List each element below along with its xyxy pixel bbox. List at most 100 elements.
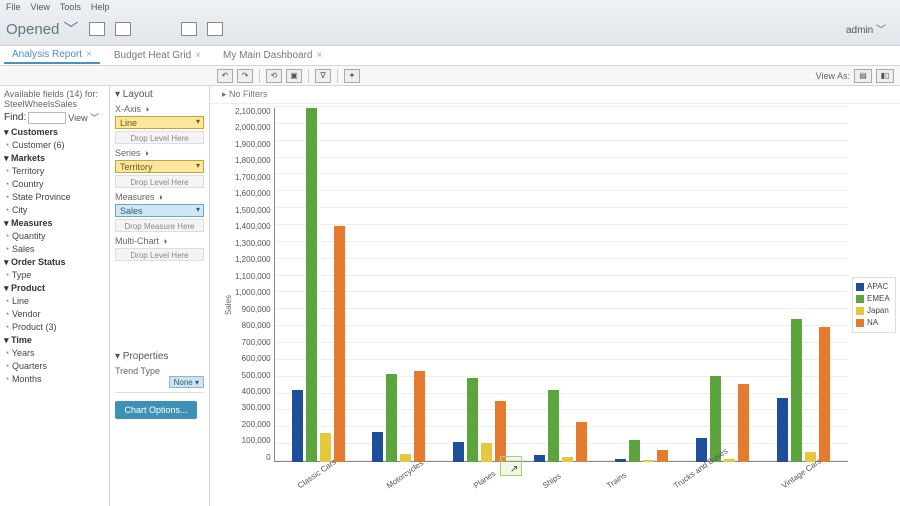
x-tick: Motorcycles <box>385 459 425 491</box>
bar[interactable] <box>629 440 640 462</box>
save-as-icon[interactable] <box>207 22 223 36</box>
sub-toolbar: ↶ ↷ ⟲ ▣ ∇ ✦ View As: ▤ ▮▯ <box>0 66 900 86</box>
bar[interactable] <box>453 442 464 462</box>
field-category[interactable]: ▾ Measures <box>4 217 105 230</box>
close-icon[interactable]: × <box>195 50 201 61</box>
bar[interactable] <box>414 371 425 462</box>
bar[interactable] <box>562 457 573 462</box>
tab-my-main-dashboard[interactable]: My Main Dashboard× <box>215 48 330 63</box>
bar-group <box>696 108 749 462</box>
close-icon[interactable]: × <box>86 49 92 60</box>
menu-help[interactable]: Help <box>91 2 110 12</box>
field-item[interactable]: Product (3) <box>4 321 105 334</box>
xaxis-drop[interactable]: Drop Level Here <box>115 131 204 144</box>
y-tick: 200,000 <box>242 421 271 429</box>
bar[interactable] <box>819 327 830 462</box>
reset-icon[interactable]: ⟲ <box>266 69 282 83</box>
field-tree: ▾ CustomersCustomer (6)▾ MarketsTerritor… <box>4 126 105 386</box>
field-item[interactable]: Country <box>4 178 105 191</box>
export-icon[interactable]: ▣ <box>286 69 302 83</box>
toolbar-row: Opened ﹀ admin ﹀ <box>6 12 894 45</box>
bar[interactable] <box>400 454 411 462</box>
open-folder-icon[interactable] <box>89 22 105 36</box>
bar[interactable] <box>548 390 559 462</box>
field-item[interactable]: City <box>4 204 105 217</box>
legend-item[interactable]: APAC <box>856 281 892 293</box>
legend-item[interactable]: Japan <box>856 305 892 317</box>
series-drop[interactable]: Drop Level Here <box>115 175 204 188</box>
tab-analysis-report[interactable]: Analysis Report× <box>4 47 100 64</box>
series-field[interactable]: Territory <box>115 160 204 173</box>
bar[interactable] <box>534 455 545 462</box>
field-item[interactable]: Vendor <box>4 308 105 321</box>
bar[interactable] <box>495 401 506 462</box>
undo-icon[interactable]: ↶ <box>217 69 233 83</box>
opened-dropdown[interactable]: Opened ﹀ <box>6 18 79 39</box>
bar[interactable] <box>615 459 626 462</box>
field-item[interactable]: State Province <box>4 191 105 204</box>
layout-title[interactable]: ▾ Layout <box>115 89 204 100</box>
view-table-icon[interactable]: ▤ <box>854 69 872 83</box>
bar[interactable] <box>724 459 735 462</box>
y-tick: 1,200,000 <box>235 256 271 264</box>
field-category[interactable]: ▾ Product <box>4 282 105 295</box>
bar[interactable] <box>738 384 749 462</box>
measures-drop[interactable]: Drop Measure Here <box>115 219 204 232</box>
field-item[interactable]: Years <box>4 347 105 360</box>
fields-view-dropdown[interactable]: View ﹀ <box>68 111 99 124</box>
bar[interactable] <box>306 108 317 462</box>
y-tick: 1,700,000 <box>235 174 271 182</box>
save-icon[interactable] <box>181 22 197 36</box>
bar[interactable] <box>576 422 587 462</box>
menu-file[interactable]: File <box>6 2 21 12</box>
field-item[interactable]: Customer (6) <box>4 139 105 152</box>
menu-tools[interactable]: Tools <box>60 2 81 12</box>
find-input[interactable] <box>28 112 66 124</box>
field-category[interactable]: ▾ Time <box>4 334 105 347</box>
bar[interactable] <box>481 443 492 462</box>
filter-icon[interactable]: ∇ <box>315 69 331 83</box>
field-item[interactable]: Type <box>4 269 105 282</box>
menu-view[interactable]: View <box>31 2 50 12</box>
multichart-drop[interactable]: Drop Level Here <box>115 248 204 261</box>
fields-title: Available fields (14) for: <box>4 89 105 99</box>
settings-icon[interactable]: ✦ <box>344 69 360 83</box>
redo-icon[interactable]: ↷ <box>237 69 253 83</box>
field-item[interactable]: Months <box>4 373 105 386</box>
new-doc-icon[interactable] <box>115 22 131 36</box>
bar[interactable] <box>657 450 668 462</box>
view-chart-icon[interactable]: ▮▯ <box>876 69 894 83</box>
bar[interactable] <box>777 398 788 462</box>
field-category[interactable]: ▾ Markets <box>4 152 105 165</box>
close-icon[interactable]: × <box>316 50 322 61</box>
bar[interactable] <box>320 433 331 462</box>
field-item[interactable]: Line <box>4 295 105 308</box>
field-item[interactable]: Quantity <box>4 230 105 243</box>
field-item[interactable]: Territory <box>4 165 105 178</box>
trend-type-select[interactable]: None ▾ <box>169 376 204 388</box>
bar[interactable] <box>386 374 397 462</box>
properties-title[interactable]: ▾ Properties <box>115 351 204 362</box>
measures-field[interactable]: Sales <box>115 204 204 217</box>
xaxis-field[interactable]: Line <box>115 116 204 129</box>
field-category[interactable]: ▾ Order Status <box>4 256 105 269</box>
chart-panel: ▸ No Filters Sales 2,100,0002,000,0001,9… <box>210 86 900 506</box>
y-tick: 1,000,000 <box>235 289 271 297</box>
bar[interactable] <box>334 226 345 462</box>
legend-item[interactable]: EMEA <box>856 293 892 305</box>
bar[interactable] <box>467 378 478 462</box>
bar[interactable] <box>791 319 802 462</box>
y-tick: 0 <box>266 454 270 462</box>
tab-budget-heat-grid[interactable]: Budget Heat Grid× <box>106 48 209 63</box>
fields-panel: Available fields (14) for: SteelWheelsSa… <box>0 86 110 506</box>
user-dropdown[interactable]: admin ﹀ <box>846 21 894 36</box>
bar[interactable] <box>372 432 383 462</box>
no-filters-label[interactable]: ▸ No Filters <box>210 86 900 104</box>
chart-options-button[interactable]: Chart Options... <box>115 401 197 419</box>
bar[interactable] <box>643 460 654 462</box>
field-item[interactable]: Quarters <box>4 360 105 373</box>
legend-item[interactable]: NA <box>856 317 892 329</box>
bar[interactable] <box>292 390 303 462</box>
field-item[interactable]: Sales <box>4 243 105 256</box>
field-category[interactable]: ▾ Customers <box>4 126 105 139</box>
